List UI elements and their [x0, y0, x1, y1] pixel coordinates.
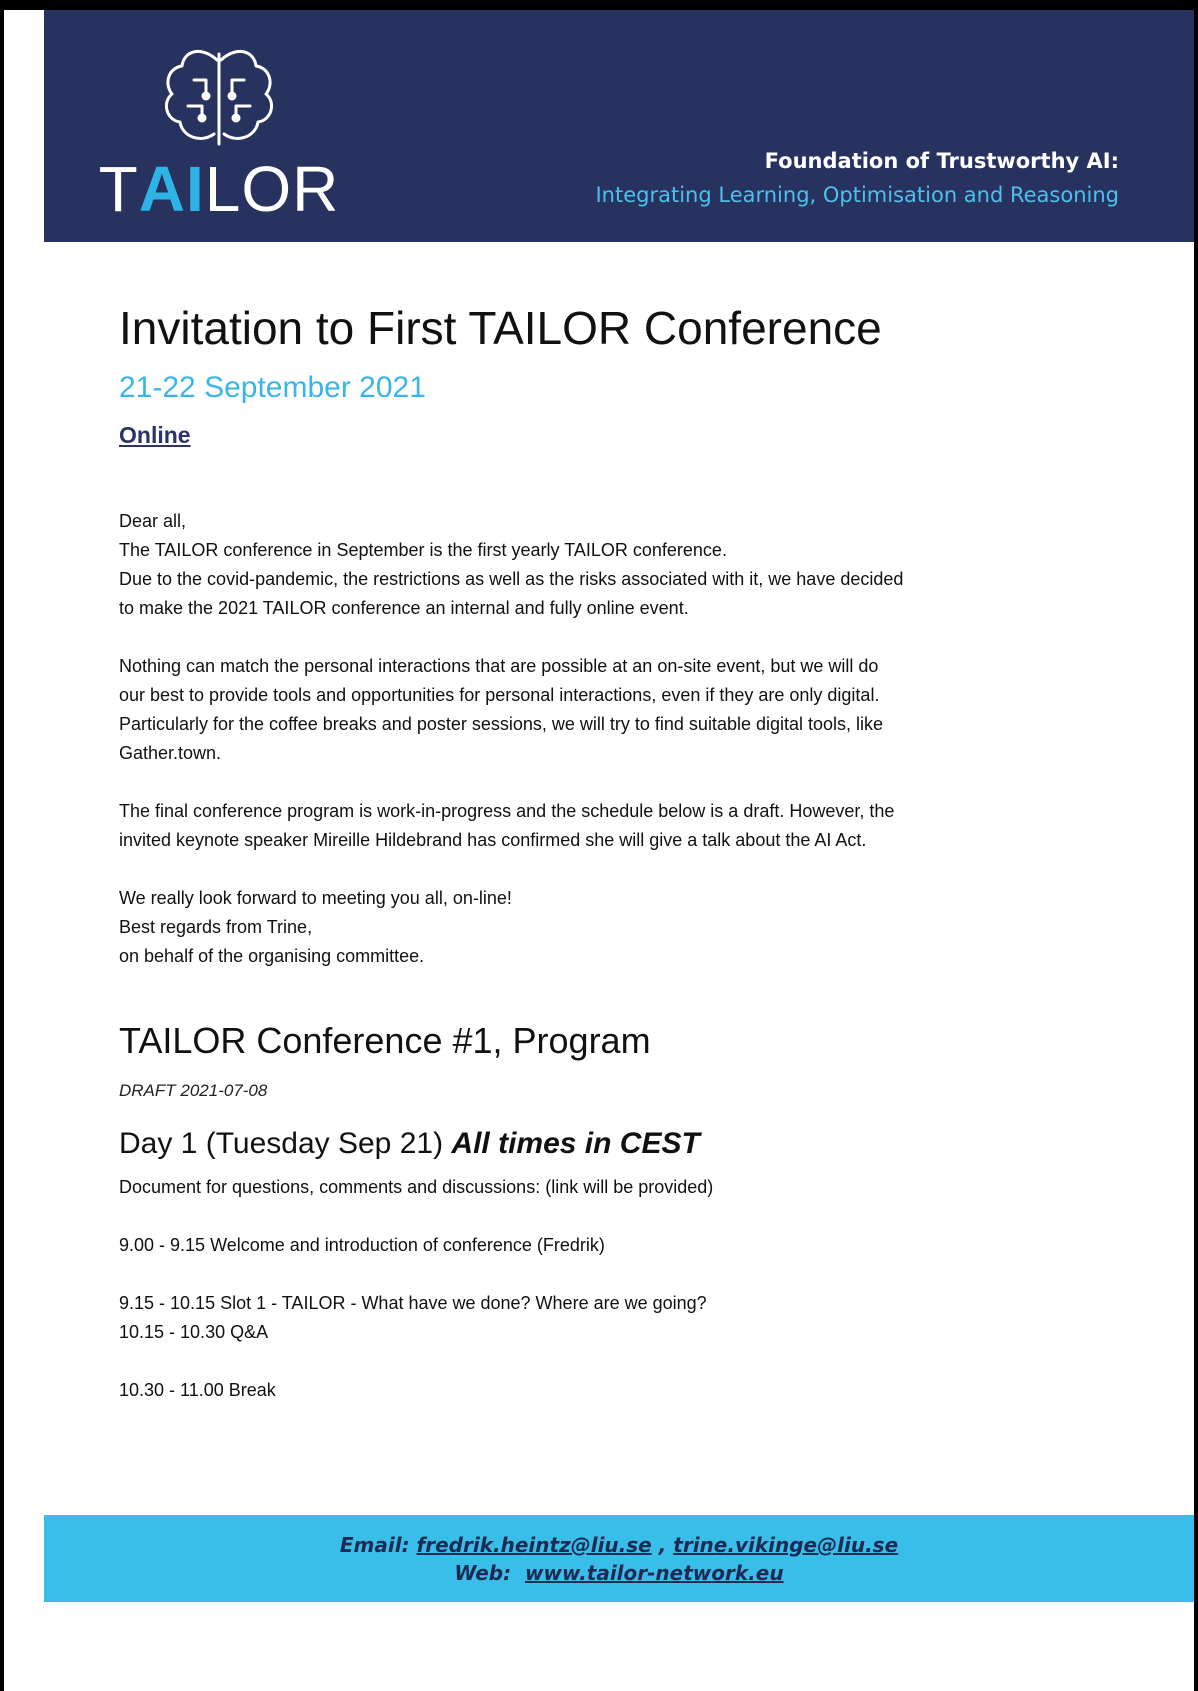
paragraph: Dear all, The TAILOR conference in Septe… — [119, 511, 904, 618]
tailor-logo: TAILOR — [84, 40, 354, 230]
footer-contact: Email: fredrik.heintz@liu.se , trine.vik… — [44, 1515, 1194, 1602]
draft-label: DRAFT 2021-07-08 — [119, 1081, 268, 1100]
web-link[interactable]: www.tailor-network.eu — [525, 1561, 784, 1585]
tagline: Foundation of Trustworthy AI: Integratin… — [595, 144, 1119, 212]
page-title: Invitation to First TAILOR Conference — [119, 302, 882, 354]
footer-web-line: Web: www.tailor-network.eu — [454, 1561, 784, 1585]
email-link-2[interactable]: trine.vikinge@liu.se — [673, 1533, 898, 1557]
brain-icon — [164, 50, 274, 146]
paragraph: The final conference program is work-in-… — [119, 801, 895, 850]
logo-wordmark: TAILOR — [98, 153, 340, 225]
list-item: Document for questions, comments and dis… — [119, 1177, 714, 1197]
timezone-note: All times in CEST — [451, 1127, 700, 1160]
header-banner: TAILOR Foundation of Trustworthy AI: Int… — [44, 10, 1194, 242]
list-item: 10.30 - 11.00 Break — [119, 1380, 276, 1400]
letter-text: Dear all, The TAILOR conference in Septe… — [119, 507, 1119, 971]
program-list: Document for questions, comments and dis… — [119, 1173, 1119, 1405]
document-body: Invitation to First TAILOR Conference 21… — [119, 300, 1119, 1434]
footer-email-line: Email: fredrik.heintz@liu.se , trine.vik… — [339, 1533, 899, 1557]
tagline-line1: Foundation of Trustworthy AI: — [764, 149, 1119, 173]
list-item: 9.00 - 9.15 Welcome and introduction of … — [119, 1235, 605, 1255]
list-item: 9.15 - 10.15 Slot 1 - TAILOR - What have… — [119, 1293, 707, 1342]
tagline-line2: Integrating Learning, Optimisation and R… — [595, 183, 1119, 207]
event-date: 21-22 September 2021 — [119, 371, 426, 404]
venue-link[interactable]: Online — [119, 422, 191, 449]
program-heading: TAILOR Conference #1, Program — [119, 1020, 651, 1061]
email-link-1[interactable]: fredrik.heintz@liu.se — [417, 1533, 652, 1557]
paragraph: Nothing can match the personal interacti… — [119, 656, 884, 763]
day1-heading: Day 1 (Tuesday Sep 21) All times in CEST — [119, 1127, 700, 1160]
paragraph: We really look forward to meeting you al… — [119, 888, 512, 966]
